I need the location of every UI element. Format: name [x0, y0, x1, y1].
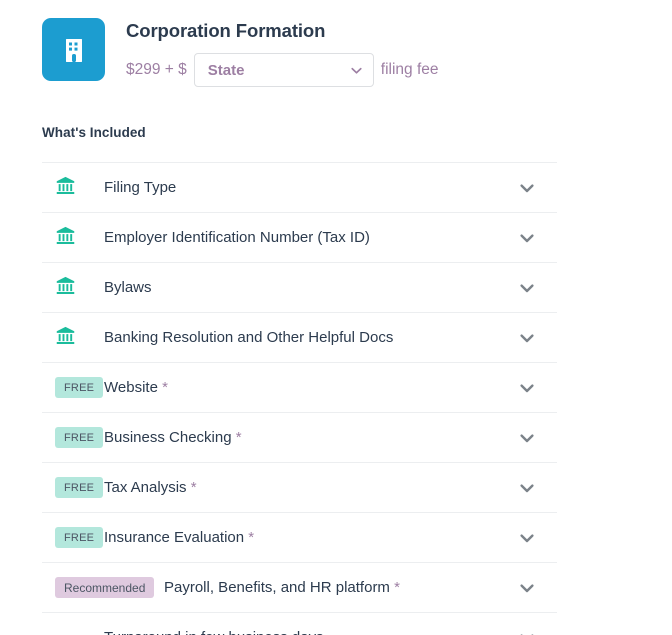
bank-icon: [55, 225, 76, 251]
required-asterisk: *: [186, 479, 197, 497]
feature-label: Employer Identification Number (Tax ID): [104, 229, 370, 247]
feature-list: Filing Type Employer Identification Numbe…: [42, 162, 557, 635]
feature-row[interactable]: Employer Identification Number (Tax ID): [42, 213, 557, 264]
chevron-down-icon[interactable]: [497, 278, 557, 298]
state-select[interactable]: State: [193, 53, 374, 88]
feature-marker: [42, 275, 104, 301]
product-detail-page: Corporation Formation $299 + $ State fil…: [0, 0, 672, 635]
feature-row[interactable]: FREE Business Checking *: [42, 413, 557, 464]
chevron-down-icon[interactable]: [497, 328, 557, 348]
feature-row[interactable]: FREE Website *: [42, 363, 557, 414]
feature-marker: FREE: [42, 427, 104, 449]
feature-row[interactable]: Banking Resolution and Other Helpful Doc…: [42, 313, 557, 364]
chevron-down-icon[interactable]: [497, 528, 557, 548]
bank-icon: [55, 175, 76, 201]
badge-recommended: Recommended: [55, 577, 155, 599]
content-column: Corporation Formation $299 + $ State fil…: [42, 0, 557, 635]
badge-free: FREE: [55, 527, 104, 549]
feature-label: Payroll, Benefits, and HR platform *: [164, 579, 400, 597]
required-asterisk: *: [389, 579, 400, 597]
chevron-down-icon[interactable]: [497, 428, 557, 448]
feature-row[interactable]: FREE Tax Analysis *: [42, 463, 557, 514]
feature-label: Filing Type: [104, 179, 177, 197]
required-asterisk: *: [244, 529, 255, 547]
chevron-down-icon[interactable]: [497, 578, 557, 598]
chevron-down-icon: [349, 63, 364, 78]
feature-row[interactable]: Recommended Payroll, Benefits, and HR pla…: [42, 563, 557, 614]
feature-marker: [42, 225, 104, 251]
price-row: $299 + $ State filing fee: [126, 53, 557, 88]
feature-marker: FREE: [42, 477, 104, 499]
price-suffix-label: filing fee: [380, 61, 439, 79]
bank-icon: [55, 325, 76, 351]
feature-label: Tax Analysis *: [104, 479, 197, 497]
feature-row[interactable]: FREE Insurance Evaluation *: [42, 513, 557, 564]
bank-icon: [55, 275, 76, 301]
product-header-text: Corporation Formation $299 + $ State fil…: [126, 18, 557, 88]
badge-free: FREE: [55, 427, 104, 449]
feature-row[interactable]: Filing Type: [42, 163, 557, 214]
feature-marker: [42, 175, 104, 201]
feature-label: Business Checking *: [104, 429, 242, 447]
chevron-down-icon[interactable]: [497, 378, 557, 398]
price-prefix-label: $299 + $: [126, 61, 187, 79]
chevron-down-icon[interactable]: [497, 628, 557, 635]
feature-marker: Recommended: [42, 577, 164, 599]
feature-marker: FREE: [42, 377, 104, 399]
feature-label: Turnaround in few business days: [104, 629, 497, 635]
required-asterisk: *: [231, 429, 242, 447]
feature-row[interactable]: Bylaws: [42, 263, 557, 314]
page-scrollbar-track[interactable]: [572, 0, 578, 635]
badge-free: FREE: [55, 377, 104, 399]
required-asterisk: *: [157, 379, 168, 397]
product-header: Corporation Formation $299 + $ State fil…: [42, 0, 557, 88]
chevron-down-icon[interactable]: [497, 178, 557, 198]
feature-marker: FREE: [42, 527, 104, 549]
feature-marker: [42, 325, 104, 351]
feature-label: Banking Resolution and Other Helpful Doc…: [104, 329, 394, 347]
whats-included-heading: What's Included: [42, 125, 146, 141]
state-select-value: State: [207, 61, 245, 79]
feature-row[interactable]: Turnaround in few business days: [42, 613, 557, 635]
feature-label: Insurance Evaluation *: [104, 529, 255, 547]
feature-label: Website *: [104, 379, 168, 397]
chevron-down-icon[interactable]: [497, 228, 557, 248]
office-building-icon: [42, 18, 105, 81]
feature-label: Bylaws: [104, 279, 152, 297]
badge-free: FREE: [55, 477, 104, 499]
chevron-down-icon[interactable]: [497, 478, 557, 498]
page-title: Corporation Formation: [126, 20, 326, 41]
